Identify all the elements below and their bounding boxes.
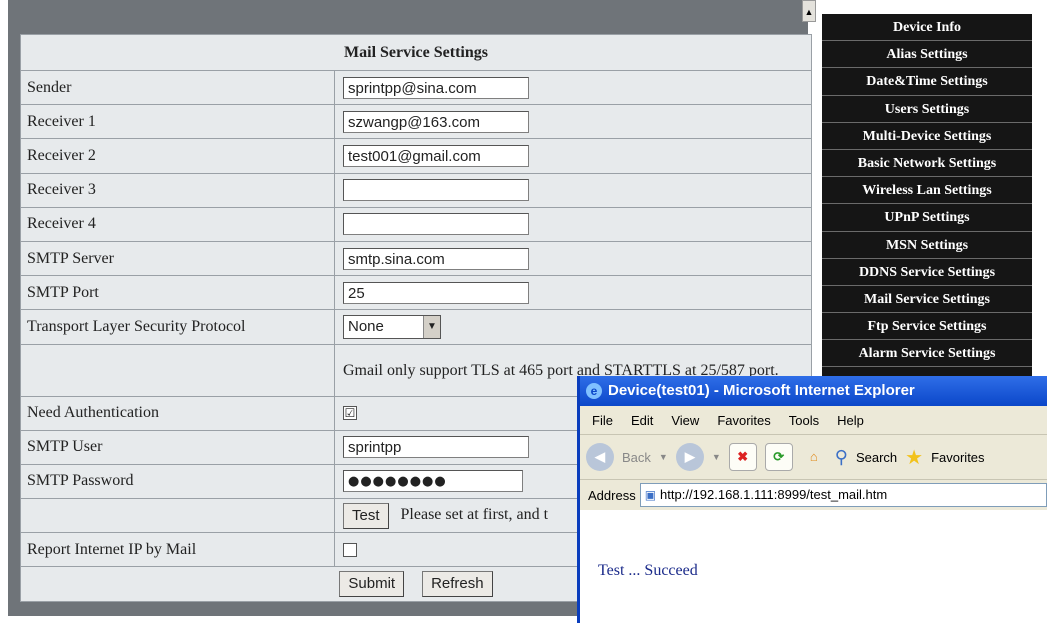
smtp-user-label: SMTP User [20, 429, 335, 465]
nav-item-users-settings[interactable]: Users Settings [822, 96, 1032, 123]
report-ip-checkbox[interactable] [343, 543, 357, 558]
tls-label: Transport Layer Security Protocol [20, 309, 335, 345]
refresh-icon[interactable]: ⟳ [764, 443, 793, 471]
refresh-button[interactable]: Refresh [422, 571, 493, 598]
ie-menu-bar: File Edit View Favorites Tools Help [580, 406, 1047, 434]
nav-item-alias-settings[interactable]: Alias Settings [822, 41, 1032, 69]
receiver3-input[interactable] [343, 179, 529, 202]
search-icon[interactable]: ⚲ [835, 447, 848, 468]
scroll-up-arrow-icon[interactable]: ▲ [802, 0, 816, 22]
note-label-empty [20, 343, 335, 397]
ie-window-title: Device(test01) - Microsoft Internet Expl… [608, 382, 915, 399]
menu-tools[interactable]: Tools [789, 413, 819, 428]
smtp-port-label: SMTP Port [20, 275, 335, 311]
chevron-down-icon[interactable]: ▼ [423, 315, 440, 338]
smtp-port-input[interactable]: 25 [343, 281, 529, 304]
report-ip-label: Report Internet IP by Mail [20, 532, 335, 568]
receiver3-label: Receiver 3 [20, 172, 335, 208]
sender-label: Sender [20, 69, 335, 106]
receiver3-row: Receiver 3 [20, 172, 812, 208]
nav-item-date-time-settings[interactable]: Date&Time Settings [822, 68, 1032, 96]
test-result-text: Test ... Succeed [598, 562, 698, 579]
submit-button[interactable]: Submit [339, 571, 405, 598]
test-hint: Please set at first, and t [400, 506, 549, 524]
search-label[interactable]: Search [856, 450, 897, 465]
nav-item-basic-network-settings[interactable]: Basic Network Settings [822, 150, 1032, 178]
need-auth-checkbox[interactable]: ☑ [343, 406, 357, 421]
sender-input[interactable]: sprintpp@sina.com [343, 76, 529, 99]
chevron-down-icon[interactable]: ▼ [659, 452, 668, 462]
menu-edit[interactable]: Edit [631, 413, 653, 428]
sender-row: Sender sprintpp@sina.com [20, 69, 812, 106]
ie-toolbar: ◀ Back ▼ ▶ ▼ ✖ ⟳ ⌂ ⚲ Search ★ Favorites [580, 434, 1047, 479]
smtp-port-row: SMTP Port 25 [20, 275, 812, 311]
need-auth-label: Need Authentication [20, 395, 335, 431]
back-label[interactable]: Back [622, 450, 651, 465]
nav-item-device-info[interactable]: Device Info [822, 14, 1032, 42]
nav-item-upnp-settings[interactable]: UPnP Settings [822, 204, 1032, 232]
ie-address-bar: Address ▣ http://192.168.1.111:8999/test… [580, 479, 1047, 510]
nav-item-ftp-service-settings[interactable]: Ftp Service Settings [822, 313, 1032, 341]
menu-view[interactable]: View [671, 413, 699, 428]
smtp-user-input[interactable]: sprintpp [343, 436, 529, 459]
nav-item-ddns-service-settings[interactable]: DDNS Service Settings [822, 259, 1032, 286]
menu-help[interactable]: Help [837, 413, 864, 428]
receiver4-row: Receiver 4 [20, 206, 812, 242]
smtp-server-label: SMTP Server [20, 240, 335, 277]
nav-item-mail-service-settings[interactable]: Mail Service Settings [822, 286, 1032, 314]
receiver2-input[interactable]: test001@gmail.com [343, 144, 529, 167]
forward-arrow-icon[interactable]: ▶ [675, 443, 704, 471]
smtp-server-input[interactable]: smtp.sina.com [343, 247, 529, 270]
nav-item-wireless-lan-settings[interactable]: Wireless Lan Settings [822, 177, 1032, 205]
ie-title-bar[interactable]: e Device(test01) - Microsoft Internet Ex… [580, 376, 1047, 406]
home-icon[interactable]: ⌂ [801, 444, 827, 470]
address-value: http://192.168.1.111:8999/test_mail.htm [660, 487, 888, 502]
receiver1-input[interactable]: szwangp@163.com [343, 110, 529, 133]
page-title: Mail Service Settings [20, 34, 812, 71]
receiver4-input[interactable] [343, 213, 529, 236]
test-button[interactable]: Test [343, 502, 389, 529]
address-label: Address [588, 487, 636, 503]
nav-item-multi-device-settings[interactable]: Multi-Device Settings [822, 123, 1032, 150]
back-arrow-icon[interactable]: ◀ [586, 443, 614, 471]
smtp-password-label: SMTP Password [20, 463, 335, 500]
tls-select[interactable]: None ▼ [343, 314, 441, 339]
test-label-empty [20, 498, 335, 534]
settings-nav: Device Info Alias Settings Date&Time Set… [822, 14, 1032, 382]
star-icon[interactable]: ★ [905, 445, 923, 470]
receiver1-label: Receiver 1 [20, 104, 335, 140]
chevron-down-icon[interactable]: ▼ [712, 452, 721, 462]
nav-item-alarm-service-settings[interactable]: Alarm Service Settings [822, 340, 1032, 368]
internet-explorer-icon: e [586, 383, 602, 399]
receiver2-row: Receiver 2 test001@gmail.com [20, 138, 812, 174]
receiver2-label: Receiver 2 [20, 138, 335, 174]
stop-icon[interactable]: ✖ [728, 443, 757, 471]
ie-page-content: Test ... Succeed [580, 510, 1047, 580]
receiver1-row: Receiver 1 szwangp@163.com [20, 104, 812, 140]
ie-popup-window: e Device(test01) - Microsoft Internet Ex… [577, 376, 1047, 623]
menu-file[interactable]: File [592, 413, 613, 428]
menu-favorites[interactable]: Favorites [717, 413, 770, 428]
receiver4-label: Receiver 4 [20, 206, 335, 242]
nav-item-msn-settings[interactable]: MSN Settings [822, 232, 1032, 259]
favorites-label[interactable]: Favorites [931, 450, 984, 465]
page-icon: ▣ [644, 488, 657, 502]
tls-row: Transport Layer Security Protocol None ▼ [20, 309, 812, 345]
smtp-server-row: SMTP Server smtp.sina.com [20, 240, 812, 277]
tls-select-value: None [348, 317, 384, 335]
address-input[interactable]: ▣ http://192.168.1.111:8999/test_mail.ht… [639, 483, 1047, 507]
smtp-password-input[interactable]: ●●●●●●●● [343, 470, 523, 493]
